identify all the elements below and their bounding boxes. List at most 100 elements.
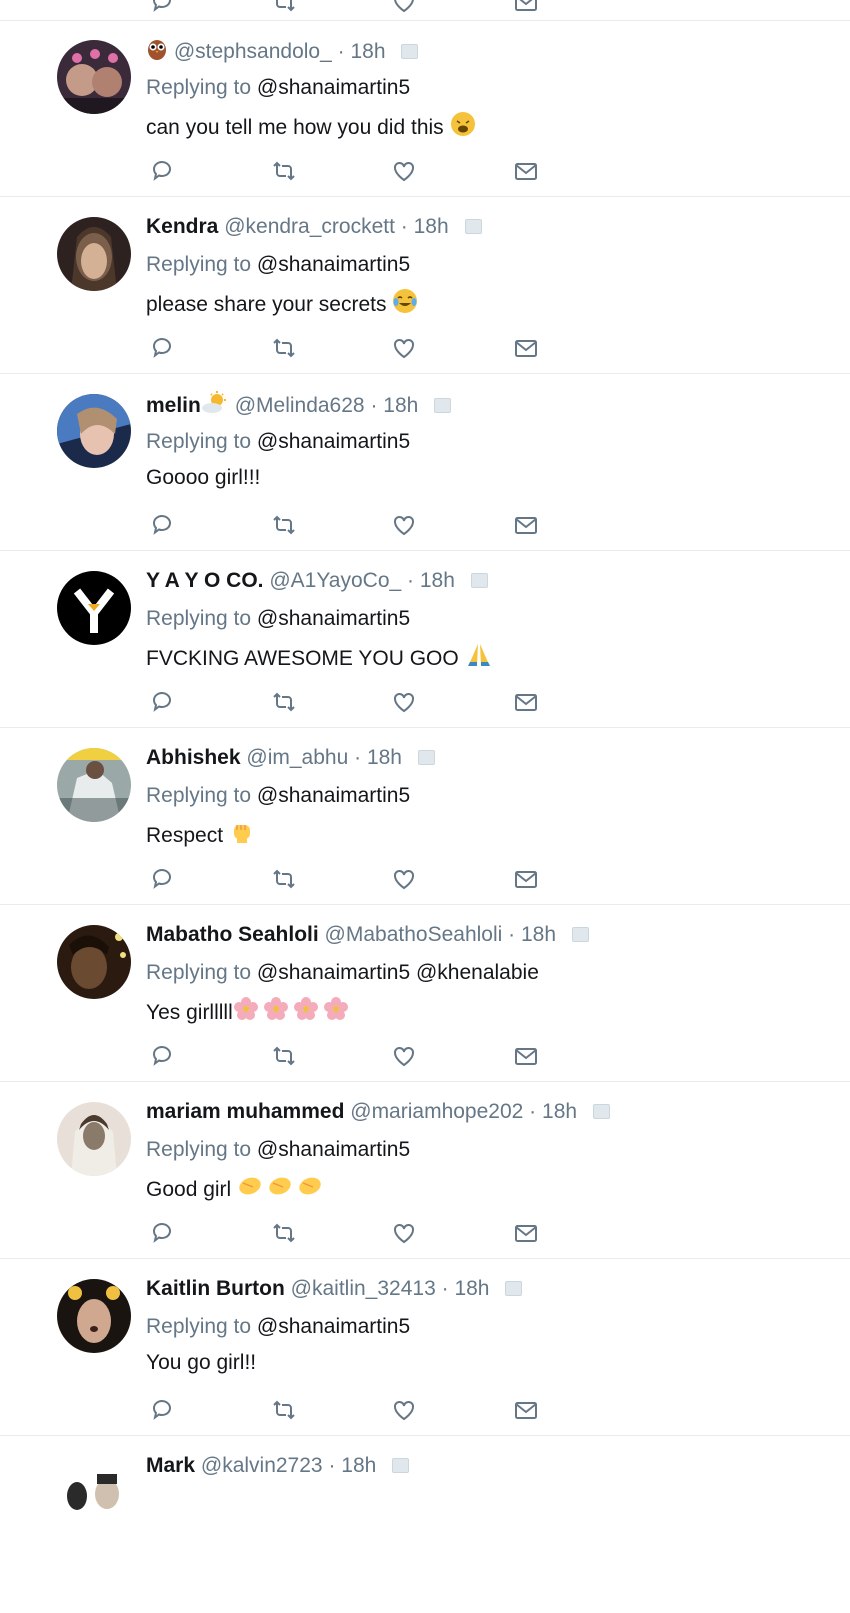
mention-link[interactable]: @shanaimartin5 [257, 607, 410, 630]
avatar[interactable] [57, 571, 131, 645]
avatar[interactable] [57, 217, 131, 291]
reply-tweet[interactable]: Kaitlin Burton @kaitlin_32413 · 18h Repl… [0, 1260, 850, 1436]
mention-link[interactable]: @shanaimartin5 [257, 1138, 410, 1161]
retweet-icon[interactable] [270, 1219, 298, 1247]
like-heart-icon[interactable] [390, 334, 418, 362]
mention-link[interactable]: @shanaimartin5 @khenalabie [257, 961, 539, 984]
display-name[interactable]: Abhishek [146, 746, 241, 769]
user-handle[interactable]: @mariamhope202 [350, 1100, 523, 1123]
like-heart-icon[interactable] [390, 1042, 418, 1070]
mention-link[interactable]: @shanaimartin5 [257, 253, 410, 276]
like-heart-icon[interactable] [390, 1219, 418, 1247]
direct-message-icon[interactable] [512, 865, 540, 893]
direct-message-icon[interactable] [512, 1042, 540, 1070]
tweet-text: Goooo girl!!! [146, 465, 260, 491]
timestamp[interactable]: 18h [383, 394, 418, 417]
avatar[interactable] [57, 748, 131, 822]
reply-tweet[interactable]: Mark @kalvin2723 · 18h [0, 1437, 850, 1613]
direct-message-icon[interactable] [512, 334, 540, 362]
timestamp[interactable]: 18h [414, 215, 449, 238]
mention-link[interactable]: @shanaimartin5 [257, 430, 410, 453]
reply-tweet[interactable]: @stephsandolo_ · 18h Replying to @shanai… [0, 21, 850, 197]
user-handle[interactable]: @kalvin2723 [201, 1454, 323, 1477]
mention-link[interactable]: @shanaimartin5 [257, 76, 410, 99]
avatar[interactable] [57, 1456, 131, 1530]
user-handle[interactable]: @kendra_crockett [224, 215, 395, 238]
timestamp[interactable]: 18h [341, 1454, 376, 1477]
reply-icon[interactable] [148, 1219, 176, 1247]
retweet-icon[interactable] [270, 1042, 298, 1070]
display-name[interactable]: Kendra [146, 215, 218, 238]
retweet-icon[interactable] [270, 1396, 298, 1424]
tweet-text: Yes girlllll [146, 996, 353, 1029]
reply-icon[interactable] [148, 688, 176, 716]
reply-tweet[interactable]: Abhishek @im_abhu · 18h Replying to @sha… [0, 729, 850, 905]
timestamp[interactable]: 18h [420, 569, 455, 592]
retweet-icon[interactable] [270, 0, 298, 16]
retweet-icon[interactable] [270, 334, 298, 362]
retweet-icon[interactable] [270, 865, 298, 893]
separator-dot: · [400, 215, 408, 238]
timestamp[interactable]: 18h [521, 923, 556, 946]
avatar[interactable] [57, 925, 131, 999]
user-handle[interactable]: @stephsandolo_ [174, 40, 332, 63]
retweet-icon[interactable] [270, 157, 298, 185]
display-name[interactable]: Mark [146, 1454, 195, 1477]
separator-dot: · [328, 1454, 336, 1477]
reply-icon[interactable] [148, 1042, 176, 1070]
reply-tweet[interactable]: melin @Melinda628 · 18h Replying to @sha… [0, 375, 850, 551]
avatar[interactable] [57, 1279, 131, 1353]
timestamp[interactable]: 18h [350, 40, 385, 63]
direct-message-icon[interactable] [512, 511, 540, 539]
direct-message-icon[interactable] [512, 0, 540, 16]
tweet-text-content: Good girl [146, 1178, 232, 1201]
user-handle[interactable]: @im_abhu [246, 746, 348, 769]
like-heart-icon[interactable] [390, 511, 418, 539]
retweet-icon[interactable] [270, 511, 298, 539]
tweet-text-content: please share your secrets [146, 293, 387, 316]
direct-message-icon[interactable] [512, 688, 540, 716]
raised-fist-emoji-icon [229, 819, 255, 852]
user-handle[interactable]: @A1YayoCo_ [269, 569, 401, 592]
display-name[interactable]: Y A Y O CO. [146, 569, 264, 592]
separator-dot: · [354, 746, 362, 769]
timestamp[interactable]: 18h [367, 746, 402, 769]
avatar[interactable] [57, 40, 131, 114]
mention-link[interactable]: @shanaimartin5 [257, 1315, 410, 1338]
retweet-icon[interactable] [270, 688, 298, 716]
like-heart-icon[interactable] [390, 688, 418, 716]
mention-link[interactable]: @shanaimartin5 [257, 784, 410, 807]
like-heart-icon[interactable] [390, 0, 418, 16]
direct-message-icon[interactable] [512, 1219, 540, 1247]
reply-tweet[interactable]: Kendra @kendra_crockett · 18h Replying t… [0, 198, 850, 374]
like-heart-icon[interactable] [390, 865, 418, 893]
tweet-header: Mark @kalvin2723 · 18h [146, 1453, 410, 1479]
user-handle[interactable]: @Melinda628 [235, 394, 365, 417]
reply-tweet[interactable]: Mabatho Seahloli @MabathoSeahloli · 18h … [0, 906, 850, 1082]
display-name[interactable]: mariam muhammed [146, 1100, 344, 1123]
direct-message-icon[interactable] [512, 157, 540, 185]
direct-message-icon[interactable] [512, 1396, 540, 1424]
reply-tweet[interactable]: Y A Y O CO. @A1YayoCo_ · 18h Replying to… [0, 552, 850, 728]
replying-label: Replying to [146, 607, 252, 630]
display-name[interactable]: Kaitlin Burton [146, 1277, 285, 1300]
user-handle[interactable]: @kaitlin_32413 [291, 1277, 436, 1300]
reply-icon[interactable] [148, 865, 176, 893]
like-heart-icon[interactable] [390, 1396, 418, 1424]
reply-tweet[interactable]: mariam muhammed @mariamhope202 · 18h Rep… [0, 1083, 850, 1259]
reply-icon[interactable] [148, 157, 176, 185]
display-name[interactable]: melin [146, 394, 201, 417]
tweet-header: melin @Melinda628 · 18h [146, 391, 452, 422]
reply-icon[interactable] [148, 334, 176, 362]
like-heart-icon[interactable] [390, 157, 418, 185]
avatar[interactable] [57, 1102, 131, 1176]
reply-icon[interactable] [148, 511, 176, 539]
timestamp[interactable]: 18h [542, 1100, 577, 1123]
reply-icon[interactable] [148, 0, 176, 16]
tweet-actions [0, 865, 850, 895]
avatar[interactable] [57, 394, 131, 468]
display-name[interactable]: Mabatho Seahloli [146, 923, 319, 946]
reply-icon[interactable] [148, 1396, 176, 1424]
timestamp[interactable]: 18h [454, 1277, 489, 1300]
user-handle[interactable]: @MabathoSeahloli [325, 923, 503, 946]
